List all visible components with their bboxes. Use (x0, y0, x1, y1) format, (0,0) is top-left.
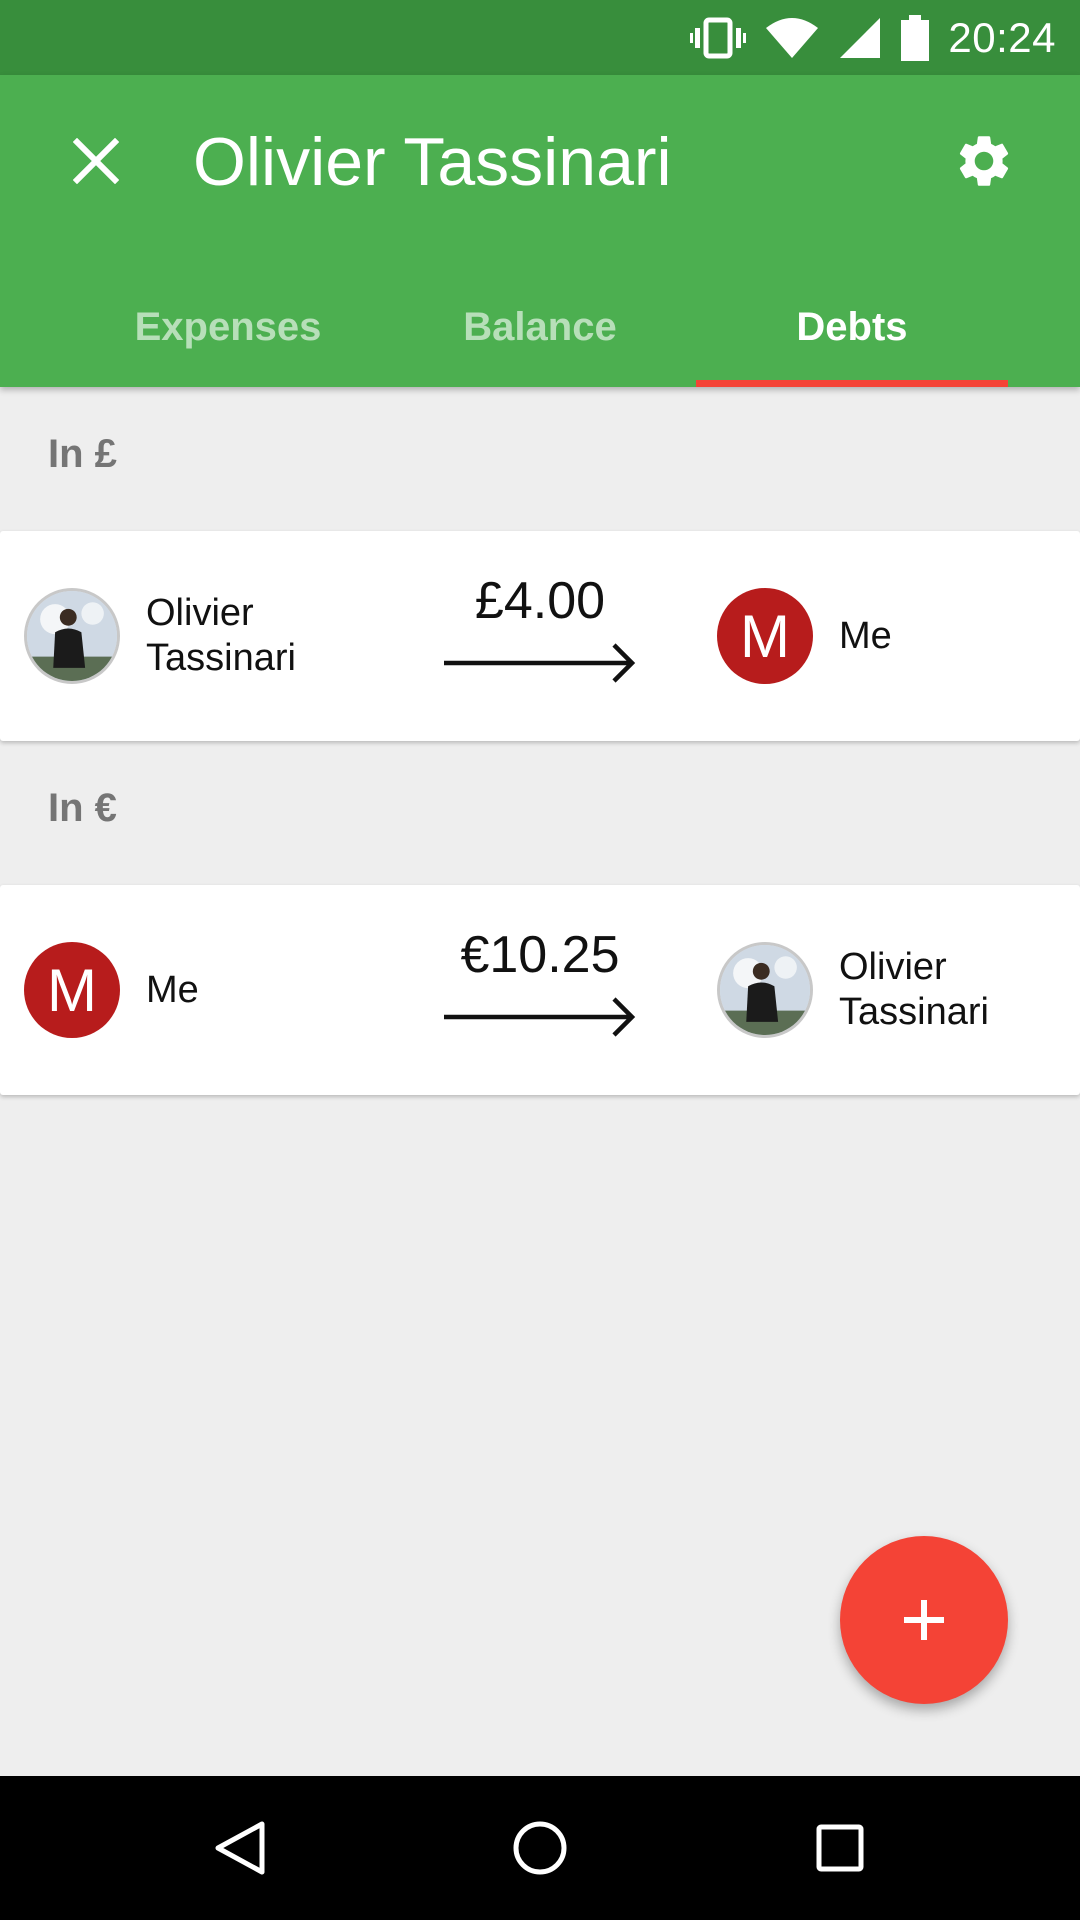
tab-label: Balance (463, 304, 617, 349)
person-photo-icon (720, 945, 810, 1035)
arrow-right-icon (444, 643, 636, 683)
avatar: M (717, 588, 813, 684)
tab-debts[interactable]: Debts (696, 267, 1008, 387)
nav-bar (0, 1776, 1080, 1920)
home-icon (513, 1821, 567, 1875)
debt-amount-block: €10.25 (440, 925, 640, 1039)
vibrate-icon (690, 16, 747, 60)
debt-to: M Me (717, 531, 1029, 741)
person-name: Olivier Tassinari (146, 592, 296, 679)
back-icon (215, 1821, 265, 1875)
recents-icon (816, 1824, 864, 1872)
tab-indicator (696, 380, 1008, 387)
person-photo-icon (27, 591, 117, 681)
app-bar: Olivier Tassinari Expenses Balance Debts (0, 75, 1080, 387)
debt-to: Olivier Tassinari (717, 885, 1029, 1095)
cell-signal-icon (838, 16, 882, 60)
tab-label: Debts (796, 304, 908, 349)
debt-from: M Me (24, 885, 336, 1095)
avatar (24, 588, 120, 684)
status-time: 20:24 (948, 13, 1056, 61)
section-header-eur: In € (48, 786, 117, 830)
close-button[interactable] (56, 121, 136, 201)
avatar: M (24, 942, 120, 1038)
avatar-letter: M (740, 602, 790, 670)
person-name: Me (839, 614, 892, 657)
avatar (717, 942, 813, 1038)
plus-icon (904, 1600, 944, 1640)
add-expense-button[interactable] (840, 1536, 1008, 1704)
close-icon (73, 138, 119, 184)
page-title: Olivier Tassinari (193, 124, 672, 200)
person-name: Me (146, 968, 199, 1011)
debt-amount: €10.25 (460, 926, 620, 984)
person-name: Olivier Tassinari (839, 946, 989, 1033)
tab-bar: Expenses Balance Debts (0, 267, 1080, 387)
arrow-right-icon (444, 997, 636, 1037)
avatar-letter: M (47, 956, 97, 1024)
debt-amount: £4.00 (474, 572, 606, 630)
settings-button[interactable] (944, 121, 1024, 201)
wifi-icon (764, 16, 820, 60)
battery-icon (900, 14, 930, 61)
tab-label: Expenses (134, 304, 322, 349)
debt-card[interactable]: M Me €10.25 Olivier Tassinari (0, 885, 1080, 1095)
debt-from: Olivier Tassinari (24, 531, 336, 741)
home-button[interactable] (490, 1798, 590, 1898)
tab-balance[interactable]: Balance (384, 267, 696, 387)
status-bar: 20:24 (0, 0, 1080, 75)
recents-button[interactable] (790, 1798, 890, 1898)
section-header-gbp: In £ (48, 432, 117, 476)
tab-expenses[interactable]: Expenses (72, 267, 384, 387)
debt-amount-block: £4.00 (440, 571, 640, 685)
debt-card[interactable]: Olivier Tassinari £4.00 M Me (0, 531, 1080, 741)
back-button[interactable] (190, 1798, 290, 1898)
gear-icon (959, 136, 1009, 186)
